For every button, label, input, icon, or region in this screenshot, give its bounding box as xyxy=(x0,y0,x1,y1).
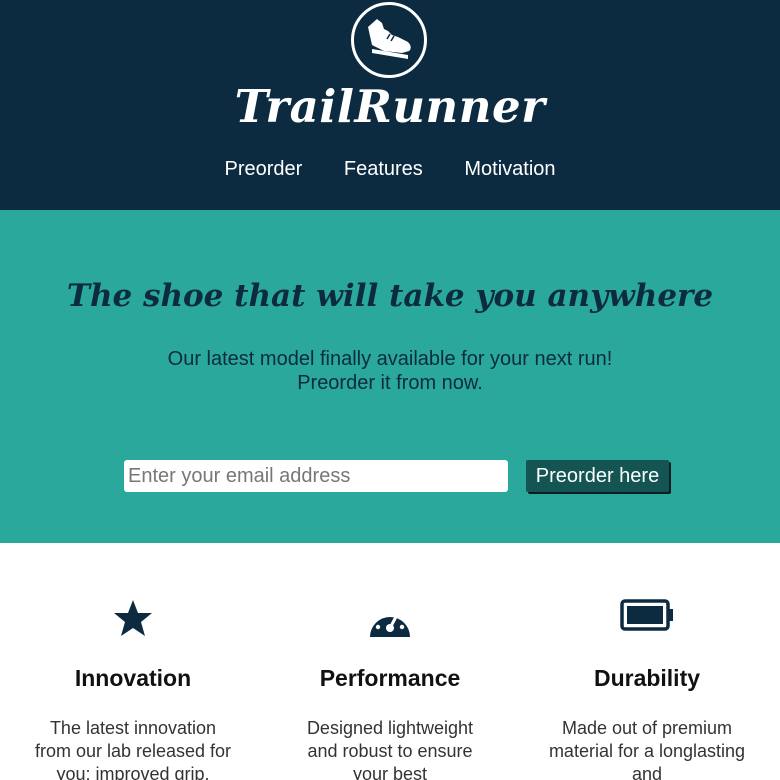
features-section: Innovation The latest innovation from ou… xyxy=(0,543,780,780)
site-header: TrailRunner Preorder Features Motivation xyxy=(0,0,780,210)
hero-title: The shoe that will take you anywhere xyxy=(66,278,714,314)
feature-title: Durability xyxy=(593,665,701,691)
hero-subtitle-line1: Our latest model finally available for y… xyxy=(167,348,613,370)
main-nav: Preorder Features Motivation xyxy=(0,158,780,181)
logo[interactable] xyxy=(351,2,427,78)
battery-icon xyxy=(620,599,673,631)
feature-title: Innovation xyxy=(74,665,192,691)
nav-link-motivation[interactable]: Motivation xyxy=(464,158,555,181)
nav-link-features[interactable]: Features xyxy=(344,158,423,181)
hero-section: The shoe that will take you anywhere Our… xyxy=(0,210,780,543)
speedometer-icon xyxy=(370,608,410,637)
feature-text: Designed lightweight and robust to ensur… xyxy=(306,718,474,780)
feature-text: The latest innovation from our lab relea… xyxy=(34,718,232,780)
nav-link-preorder[interactable]: Preorder xyxy=(224,158,302,181)
preorder-button[interactable]: Preorder here xyxy=(526,460,669,492)
hero-subtitle-line2: Preorder it from now. xyxy=(297,372,483,394)
hero-subtitle: Our latest model finally available for y… xyxy=(0,347,780,395)
running-shoe-icon xyxy=(368,19,411,59)
star-icon xyxy=(114,600,152,636)
feature-title: Performance xyxy=(319,665,461,691)
brand-name: TrailRunner xyxy=(234,80,546,133)
feature-text: Made out of premium material for a longl… xyxy=(548,718,746,780)
email-input[interactable] xyxy=(124,460,508,492)
